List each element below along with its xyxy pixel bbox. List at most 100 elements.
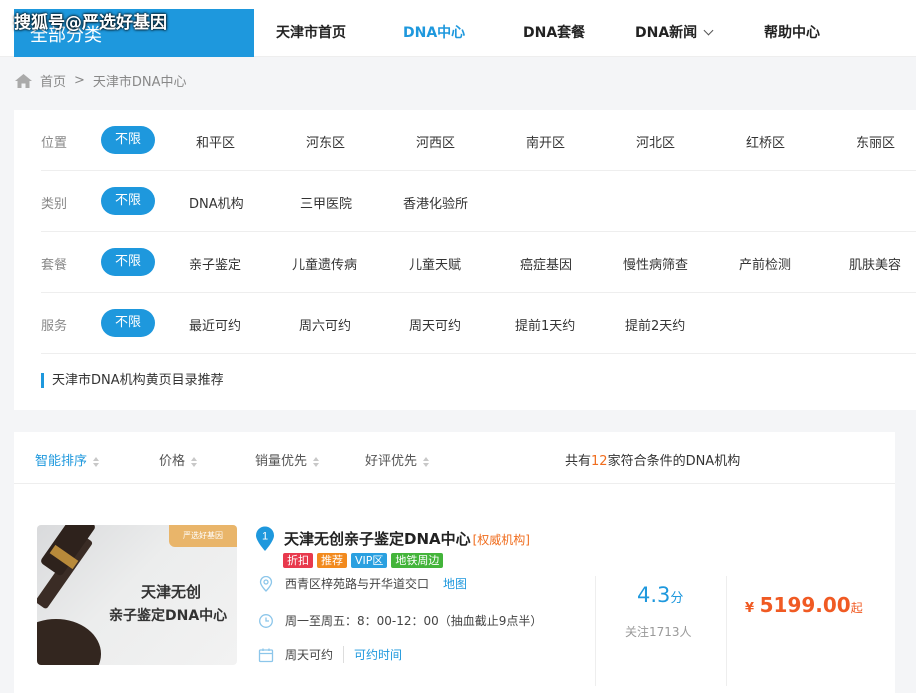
rank-pin-icon: 1 — [255, 526, 275, 552]
directory-recommend-heading: 天津市DNA机构黄页目录推荐 — [41, 373, 224, 388]
filter-option[interactable]: 最近可约 — [189, 315, 241, 334]
rank-number: 1 — [262, 531, 268, 543]
tag-metro: 地铁周边 — [391, 553, 444, 568]
rating-value: 4.3 — [637, 583, 671, 607]
filter-row-category: 类别 不限 DNA机构 三甲医院 香港化验所 — [41, 171, 916, 232]
filter-option[interactable]: 和平区 — [196, 132, 235, 151]
filter-option[interactable]: 儿童遗传病 — [292, 254, 357, 273]
listing-tags: 折扣 推荐 VIP区 地铁周边 — [283, 553, 444, 568]
filter-label: 服务 — [41, 319, 68, 334]
filter-unlimited-pill[interactable]: 不限 — [101, 187, 155, 215]
nav-item-dna-center[interactable]: DNA中心 — [403, 22, 465, 42]
price-currency: ¥ — [745, 601, 755, 616]
authority-badge: [权威机构] — [472, 533, 530, 547]
follower-count: 关注1713人 — [625, 625, 692, 639]
filter-option[interactable]: 周天可约 — [409, 315, 461, 334]
address-row: 西青区梓苑路与开华道交口 地图 — [258, 575, 467, 592]
filter-label: 类别 — [41, 197, 68, 212]
filter-row-service: 服务 不限 最近可约 周六可约 周天可约 提前1天约 提前2天约 — [41, 293, 916, 354]
sort-smart[interactable]: 智能排序 — [35, 450, 100, 469]
filter-panel: 位置 不限 和平区 河东区 河西区 南开区 河北区 红桥区 东丽区 类别 不限 … — [14, 110, 916, 410]
nav-item-dna-news-label: DNA新闻 — [635, 25, 698, 41]
filter-option[interactable]: 提前2天约 — [625, 315, 685, 334]
tag-discount: 折扣 — [283, 553, 313, 568]
address-text: 西青区梓苑路与开华道交口 — [285, 577, 430, 591]
filter-unlimited-pill[interactable]: 不限 — [101, 126, 155, 154]
image-brand-badge: 严选好基因 — [169, 525, 237, 547]
sort-bar: 智能排序 价格 销量优先 好评优先 共有12家符合条件的DNA机构 — [14, 432, 895, 484]
filter-option[interactable]: 周六可约 — [299, 315, 351, 334]
filter-row-location: 位置 不限 和平区 河东区 河西区 南开区 河北区 红桥区 东丽区 — [41, 110, 916, 171]
sort-label: 好评优先 — [365, 454, 418, 469]
filter-option[interactable]: 河东区 — [306, 132, 345, 151]
sort-sales[interactable]: 销量优先 — [255, 450, 320, 469]
nav-item-dna-packages[interactable]: DNA套餐 — [523, 22, 585, 42]
filter-option[interactable]: 肌肤美容 — [849, 254, 901, 273]
home-icon[interactable] — [14, 73, 32, 89]
filter-option[interactable]: 亲子鉴定 — [189, 254, 241, 273]
filter-option[interactable]: DNA机构 — [189, 193, 244, 212]
availability-row: 周天可约 可约时间 — [258, 646, 402, 663]
breadcrumb-current: 天津市DNA中心 — [92, 75, 187, 90]
listing-image[interactable]: 严选好基因 天津无创 亲子鉴定DNA中心 — [37, 525, 237, 665]
calendar-icon — [258, 648, 274, 662]
nav-item-home[interactable]: 天津市首页 — [276, 22, 346, 42]
tag-recommended: 推荐 — [317, 553, 347, 568]
price-amount: 5199.00 — [759, 593, 851, 617]
filter-option[interactable]: 慢性病筛查 — [623, 254, 688, 273]
price: ¥ 5199.00起 — [745, 593, 863, 617]
result-count: 共有12家符合条件的DNA机构 — [565, 450, 740, 469]
filter-option[interactable]: 产前检测 — [739, 254, 791, 273]
image-caption-line1: 天津无创 — [141, 583, 202, 601]
map-link[interactable]: 地图 — [443, 575, 467, 592]
filter-option[interactable]: 三甲医院 — [300, 193, 352, 212]
sort-label: 智能排序 — [35, 454, 88, 469]
tag-vip: VIP区 — [351, 553, 388, 568]
hours-text: 周一至周五：8：00-12：00（抽血截止9点半） — [285, 614, 543, 628]
filter-option[interactable]: 东丽区 — [856, 132, 895, 151]
image-caption-line2: 亲子鉴定DNA中心 — [109, 608, 228, 624]
nav-item-dna-news[interactable]: DNA新闻 — [635, 22, 714, 42]
breadcrumb: 首页 > 天津市DNA中心 — [14, 71, 187, 90]
filter-option[interactable]: 河西区 — [416, 132, 455, 151]
top-nav: 全部分类 搜狐号@严选好基因 天津市首页 DNA中心 DNA套餐 DNA新闻 帮… — [0, 0, 916, 57]
listing-card[interactable]: 严选好基因 天津无创 亲子鉴定DNA中心 1 天津无创亲子鉴定DNA中心 [权威机… — [14, 484, 895, 693]
filter-option[interactable]: 香港化验所 — [403, 193, 468, 212]
filter-option[interactable]: 南开区 — [526, 132, 565, 151]
filter-option[interactable]: 红桥区 — [746, 132, 785, 151]
filter-option[interactable]: 儿童天赋 — [409, 254, 461, 273]
listing-name: 天津无创亲子鉴定DNA中心 — [284, 530, 471, 548]
breadcrumb-home[interactable]: 首页 — [40, 71, 66, 90]
filter-option[interactable]: 河北区 — [636, 132, 675, 151]
nav-item-help[interactable]: 帮助中心 — [764, 22, 820, 42]
hours-row: 周一至周五：8：00-12：00（抽血截止9点半） — [258, 612, 542, 629]
filter-row-package: 套餐 不限 亲子鉴定 儿童遗传病 儿童天赋 癌症基因 慢性病筛查 产前检测 肌肤… — [41, 232, 916, 293]
rating-unit: 分 — [670, 591, 684, 606]
divider — [726, 576, 727, 686]
sort-price[interactable]: 价格 — [159, 450, 198, 469]
filter-label: 套餐 — [41, 258, 68, 273]
filter-option[interactable]: 提前1天约 — [515, 315, 575, 334]
result-count-prefix: 共有 — [565, 454, 592, 469]
sort-arrows-icon — [191, 456, 198, 467]
sort-arrows-icon — [313, 456, 320, 467]
rating-score: 4.3分 — [637, 583, 683, 607]
sort-label: 价格 — [159, 454, 186, 469]
filter-unlimited-pill[interactable]: 不限 — [101, 309, 155, 337]
booking-time-link[interactable]: 可约时间 — [343, 646, 402, 663]
clock-icon — [259, 613, 273, 628]
location-icon — [259, 575, 273, 592]
filter-unlimited-pill[interactable]: 不限 — [101, 248, 155, 276]
filter-option[interactable]: 癌症基因 — [520, 254, 572, 273]
sort-arrows-icon — [93, 456, 100, 467]
chevron-down-icon — [703, 25, 714, 36]
sort-label: 销量优先 — [255, 454, 308, 469]
breadcrumb-separator: > — [74, 73, 85, 88]
price-suffix: 起 — [850, 601, 863, 615]
watermark: 搜狐号@严选好基因 — [14, 13, 167, 33]
gavel-block-graphic — [37, 619, 101, 665]
filter-label: 位置 — [41, 136, 68, 151]
listing-title[interactable]: 天津无创亲子鉴定DNA中心 [权威机构] — [284, 528, 530, 549]
sort-rating[interactable]: 好评优先 — [365, 450, 430, 469]
result-count-number: 12 — [591, 454, 608, 469]
